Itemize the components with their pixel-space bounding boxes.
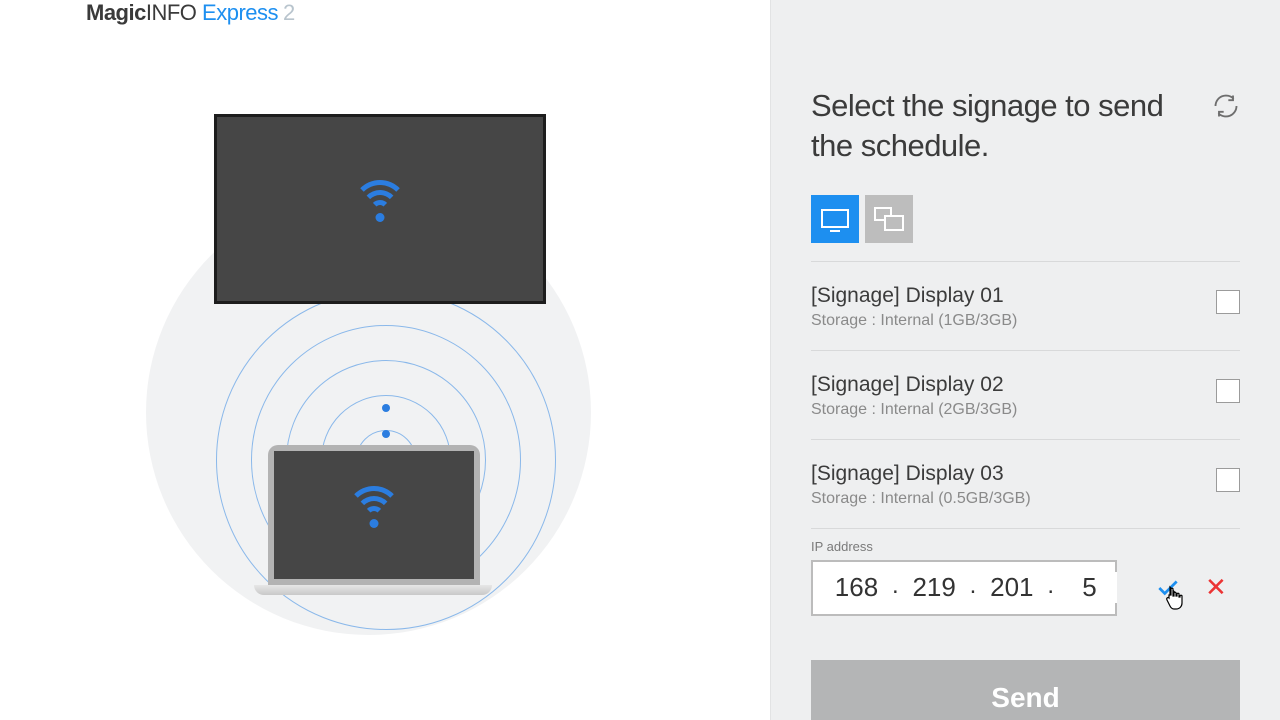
device-name: [Signage] Display 01 (811, 284, 1216, 308)
device-checkbox[interactable] (1216, 290, 1240, 314)
refresh-button[interactable] (1212, 92, 1240, 120)
ip-confirm-button[interactable] (1155, 575, 1181, 601)
multi-display-icon (874, 207, 904, 231)
device-name: [Signage] Display 02 (811, 373, 1216, 397)
device-list-item[interactable]: [Signage] Display 02 Storage : Internal … (811, 350, 1240, 439)
device-storage: Storage : Internal (2GB/3GB) (811, 401, 1216, 419)
ip-octet-1[interactable] (829, 572, 884, 603)
ip-octet-2[interactable] (907, 572, 962, 603)
mode-single-display[interactable] (811, 195, 859, 243)
check-icon (1155, 575, 1181, 601)
device-name: [Signage] Display 03 (811, 462, 1216, 486)
panel-title: Select the signage to send the schedule. (811, 86, 1204, 167)
ip-octet-3[interactable] (984, 572, 1039, 603)
display-device-icon (214, 114, 546, 304)
wifi-icon (346, 494, 402, 536)
device-storage: Storage : Internal (0.5GB/3GB) (811, 490, 1216, 508)
ip-cancel-button[interactable]: ✕ (1205, 572, 1227, 603)
ip-address-label: IP address (811, 539, 1240, 554)
app-logo: MagicINFO Express2 (86, 0, 770, 26)
device-checkbox[interactable] (1216, 468, 1240, 492)
laptop-device-icon (254, 445, 492, 615)
device-list-item[interactable]: [Signage] Display 03 Storage : Internal … (811, 439, 1240, 528)
refresh-icon (1212, 92, 1240, 120)
device-storage: Storage : Internal (1GB/3GB) (811, 312, 1216, 330)
connection-illustration (86, 100, 686, 650)
ip-octet-4[interactable] (1062, 572, 1117, 603)
single-display-icon (821, 209, 849, 228)
send-button[interactable]: Send (811, 660, 1240, 720)
mode-multi-display[interactable] (865, 195, 913, 243)
device-checkbox[interactable] (1216, 379, 1240, 403)
ip-address-input-group: . . . (811, 560, 1117, 616)
device-list-item[interactable]: [Signage] Display 01 Storage : Internal … (811, 261, 1240, 350)
wifi-icon (352, 188, 408, 230)
